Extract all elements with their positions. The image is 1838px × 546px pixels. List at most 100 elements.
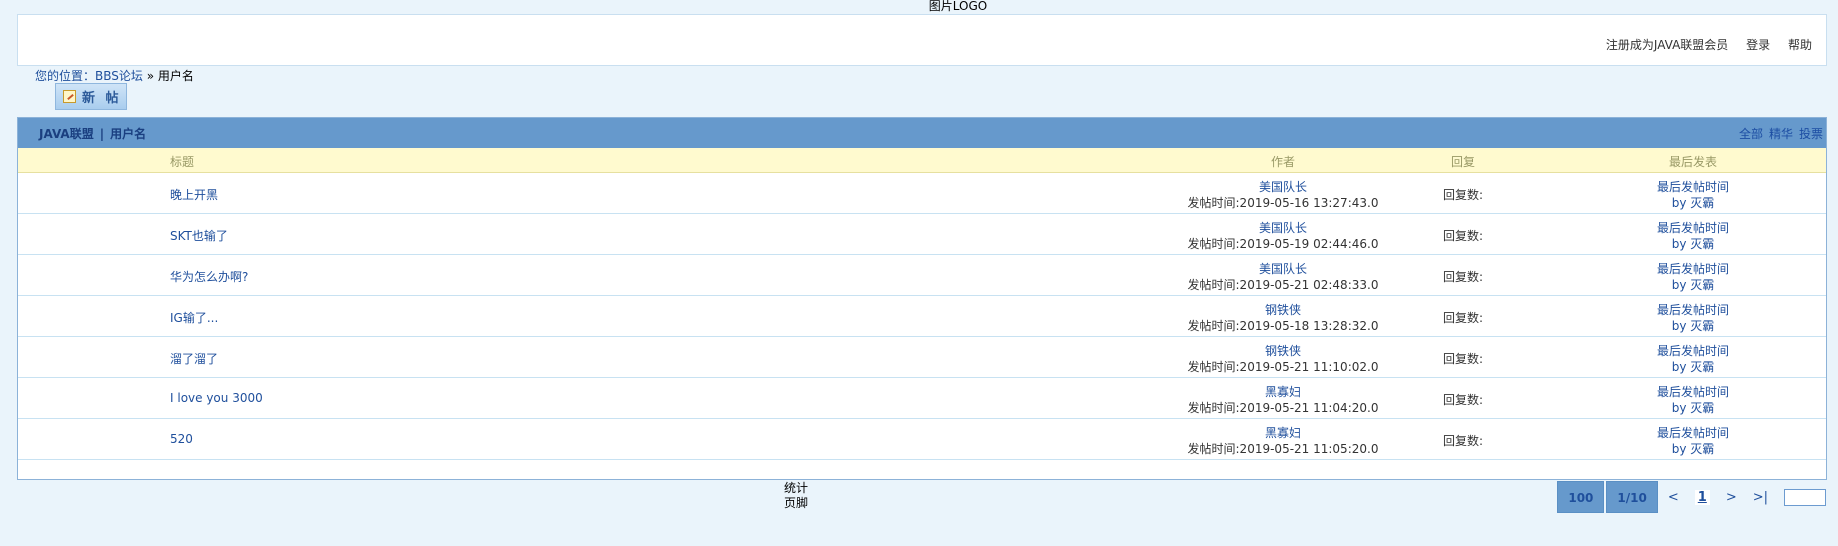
author-link[interactable]: 钢铁侠 <box>1265 303 1301 317</box>
last-post-cell: 最后发帖时间 by 灭霸 <box>1568 302 1818 334</box>
last-post-user-link[interactable]: by 灭霸 <box>1672 319 1715 333</box>
table-row: 520 黑寡妇发帖时间:2019-05-21 11:05:20.0 回复数: 最… <box>18 419 1826 460</box>
post-author-cell: 钢铁侠发帖时间:2019-05-21 11:10:02.0 <box>1158 343 1408 375</box>
author-link[interactable]: 美国队长 <box>1259 180 1307 194</box>
post-title-link[interactable]: 溜了溜了 <box>170 350 218 367</box>
post-time: 发帖时间:2019-05-18 13:28:32.0 <box>1187 319 1379 333</box>
last-post-cell: 最后发帖时间 by 灭霸 <box>1568 384 1818 416</box>
table-row: I love you 3000 黑寡妇 发帖时间:2019-05-21 11:04… <box>18 378 1826 419</box>
header-bar: 注册成为JAVA联盟会员 登录 帮助 <box>17 14 1827 66</box>
last-post-cell: 最后发帖时间 by 灭霸 <box>1568 261 1818 293</box>
last-post-user-link[interactable]: by 灭霸 <box>1672 360 1715 374</box>
last-post-cell: 最后发帖时间 by 灭霸 <box>1568 220 1818 252</box>
new-post-label: 新 帖 <box>82 91 122 106</box>
board-title-separator: | <box>99 126 105 141</box>
post-title-link[interactable]: SKT也输了 <box>170 227 228 244</box>
breadcrumb-prefix: 您的位置： <box>35 69 96 83</box>
post-author-cell: 美国队长发帖时间:2019-05-21 02:48:33.0 <box>1158 261 1408 293</box>
register-link[interactable]: 注册成为JAVA联盟会员 <box>1606 38 1728 52</box>
board-filters: 全部 精华 投票 <box>1733 125 1823 142</box>
post-author-cell: 黑寡妇 发帖时间:2019-05-21 11:04:20.0 <box>1158 384 1408 416</box>
next-page-link[interactable]: > <box>1726 490 1737 505</box>
last-post-link[interactable]: 最后发帖时间 <box>1657 221 1729 235</box>
board-name-link[interactable]: JAVA联盟 <box>39 127 94 141</box>
last-post-user-link[interactable]: by 灭霸 <box>1672 237 1715 251</box>
filter-featured[interactable]: 精华 <box>1769 127 1793 141</box>
reply-count: 回复数: <box>1442 229 1484 243</box>
filter-all[interactable]: 全部 <box>1739 127 1763 141</box>
post-time: 发帖时间:2019-05-19 02:44:46.0 <box>1187 237 1379 251</box>
last-post-user-link[interactable]: by 灭霸 <box>1672 442 1715 456</box>
author-link[interactable]: 钢铁侠 <box>1265 344 1301 358</box>
page-footer: 统计 页脚 <box>784 481 808 511</box>
new-post-button[interactable]: 新 帖 <box>55 83 127 110</box>
breadcrumb-separator: » <box>146 69 155 83</box>
current-page-link[interactable]: 1 <box>1694 489 1710 505</box>
post-time: 发帖时间:2019-05-21 11:05:20.0 <box>1187 442 1379 456</box>
last-post-link[interactable]: 最后发帖时间 <box>1657 344 1729 358</box>
last-post-cell: 最后发帖时间 by 灭霸 <box>1568 425 1818 457</box>
table-row: IG输了... 钢铁侠发帖时间:2019-05-18 13:28:32.0 回复… <box>18 296 1826 337</box>
author-link[interactable]: 黑寡妇 <box>1265 426 1301 440</box>
table-row: 晚上开黑 美国队长发帖时间:2019-05-16 13:27:43.0 回复数:… <box>18 173 1826 214</box>
breadcrumb-current: 用户名 <box>157 69 194 83</box>
table-row: SKT也输了 美国队长发帖时间:2019-05-19 02:44:46.0 回复… <box>18 214 1826 255</box>
post-author-cell: 钢铁侠发帖时间:2019-05-18 13:28:32.0 <box>1158 302 1408 334</box>
footer-stats: 统计 <box>784 481 809 495</box>
table-row: 华为怎么办啊? 美国队长发帖时间:2019-05-21 02:48:33.0 回… <box>18 255 1826 296</box>
last-post-link[interactable]: 最后发帖时间 <box>1657 262 1729 276</box>
post-title-link[interactable]: I love you 3000 <box>170 391 263 405</box>
reply-count: 回复数: <box>1442 311 1484 325</box>
post-author-cell: 黑寡妇发帖时间:2019-05-21 11:05:20.0 <box>1158 425 1408 457</box>
total-count: 100 <box>1557 481 1605 513</box>
last-post-cell: 最后发帖时间 by 灭霸 <box>1568 343 1818 375</box>
header-last-post: 最后发表 <box>1668 155 1717 169</box>
last-post-link[interactable]: 最后发帖时间 <box>1657 180 1729 194</box>
reply-count: 回复数: <box>1442 434 1484 448</box>
post-title-link[interactable]: IG输了... <box>170 309 218 326</box>
top-links: 注册成为JAVA联盟会员 登录 帮助 <box>1592 36 1812 53</box>
page-indicator: 1/10 <box>1606 481 1658 513</box>
help-link[interactable]: 帮助 <box>1788 38 1812 52</box>
last-post-link[interactable]: 最后发帖时间 <box>1657 426 1729 440</box>
footer-text: 页脚 <box>784 496 809 510</box>
author-link[interactable]: 黑寡妇 <box>1265 385 1301 399</box>
filter-vote[interactable]: 投票 <box>1799 127 1823 141</box>
prev-page-link[interactable]: < <box>1668 490 1679 505</box>
reply-count: 回复数: <box>1442 393 1484 407</box>
board-user-link[interactable]: 用户名 <box>110 127 146 141</box>
post-time: 发帖时间:2019-05-21 02:48:33.0 <box>1187 278 1379 292</box>
last-post-link[interactable]: 最后发帖时间 <box>1657 385 1729 399</box>
header-author: 作者 <box>1270 155 1295 169</box>
post-author-cell: 美国队长发帖时间:2019-05-16 13:27:43.0 <box>1158 179 1408 211</box>
login-link[interactable]: 登录 <box>1746 38 1770 52</box>
last-page-link[interactable]: >| <box>1753 490 1768 505</box>
last-post-cell: 最后发帖时间 by 灭霸 <box>1568 179 1818 211</box>
header-title: 标题 <box>170 155 195 169</box>
reply-count: 回复数: <box>1442 270 1484 284</box>
last-post-user-link[interactable]: by 灭霸 <box>1672 401 1715 415</box>
post-title-link[interactable]: 520 <box>170 432 193 446</box>
table-row: 溜了溜了 钢铁侠 发帖时间:2019-05-21 11:10:02.0 回复数: … <box>18 337 1826 378</box>
last-post-user-link[interactable]: by 灭霸 <box>1672 278 1715 292</box>
breadcrumb-forum-link[interactable]: BBS论坛 <box>95 69 143 83</box>
pagination: 100 1/10 < 1 > >| <box>1557 481 1826 513</box>
breadcrumb: 您的位置：BBS论坛 » 用户名 <box>35 67 194 84</box>
reply-count: 回复数: <box>1442 188 1484 202</box>
last-post-link[interactable]: 最后发帖时间 <box>1657 303 1729 317</box>
edit-icon <box>63 90 76 103</box>
board-title-bar: JAVA联盟 | 用户名 全部 精华 投票 <box>18 118 1826 148</box>
author-link[interactable]: 美国队长 <box>1259 221 1307 235</box>
last-post-user-link[interactable]: by 灭霸 <box>1672 196 1715 210</box>
post-author-cell: 美国队长发帖时间:2019-05-19 02:44:46.0 <box>1158 220 1408 252</box>
author-link[interactable]: 美国队长 <box>1259 262 1307 276</box>
goto-page-input[interactable] <box>1784 488 1826 506</box>
post-board: JAVA联盟 | 用户名 全部 精华 投票 标题 作者 回复 最后发表 晚上开黑 美国队… <box>17 117 1827 480</box>
site-logo: 图片LOGO <box>928 0 988 13</box>
table-header: 标题 作者 回复 最后发表 <box>18 148 1826 173</box>
post-title-link[interactable]: 晚上开黑 <box>170 186 218 203</box>
post-time: 发帖时间:2019-05-16 13:27:43.0 <box>1187 196 1379 210</box>
post-title-link[interactable]: 华为怎么办啊? <box>170 268 248 285</box>
header-reply: 回复 <box>1450 155 1475 169</box>
post-time: 发帖时间:2019-05-21 11:10:02.0 <box>1187 360 1379 374</box>
